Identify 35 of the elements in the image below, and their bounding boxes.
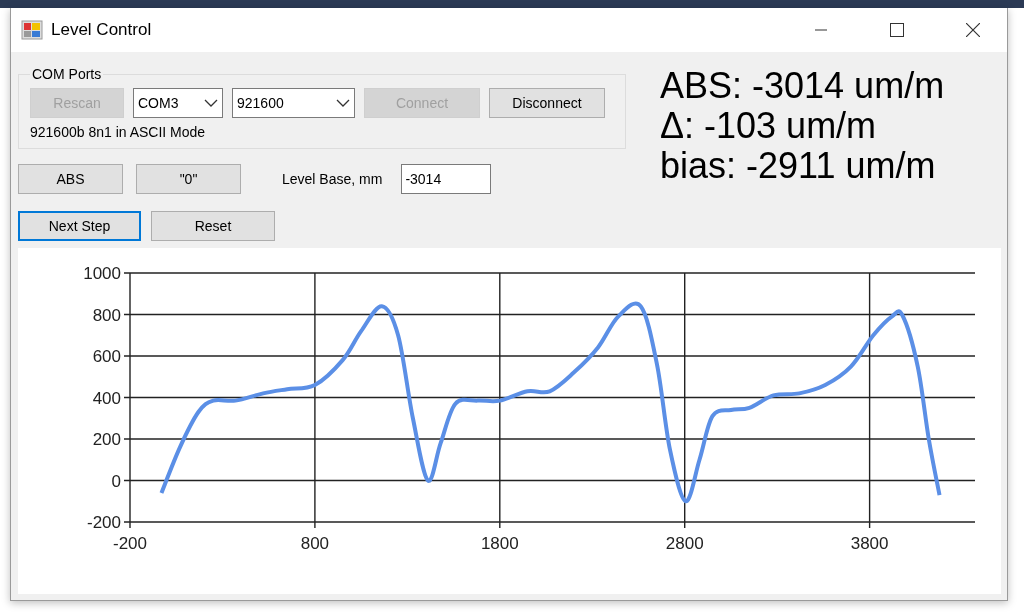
x-tick-label: 2800 — [665, 534, 704, 553]
port-status-text: 921600b 8n1 in ASCII Mode — [30, 124, 206, 140]
dropdown-caret-icon — [204, 99, 218, 107]
step-button[interactable]: Next Step — [18, 211, 141, 241]
x-tick-label: 800 — [300, 534, 330, 553]
group-title: COM Ports — [31, 66, 103, 82]
port-button[interactable]: Disconnect — [489, 88, 605, 118]
window-title: Level Control — [51, 20, 153, 40]
mode-button[interactable]: ABS — [18, 164, 123, 194]
y-tick-label: 0 — [111, 471, 121, 491]
x-tick-label: 1800 — [480, 534, 519, 553]
mode-button[interactable]: "0" — [136, 164, 241, 194]
y-tick-label: 800 — [92, 305, 121, 325]
port-dropdown[interactable]: COM3 — [133, 88, 223, 118]
y-tick-label: 200 — [92, 430, 121, 449]
step-button[interactable]: Reset — [151, 211, 275, 241]
app-icon — [21, 20, 43, 40]
dropdown-caret-icon — [336, 99, 350, 107]
close-icon — [966, 23, 980, 37]
reading-text: Δ: -103 um/m — [660, 106, 878, 146]
level-base-label: Level Base, mm — [282, 171, 383, 187]
y-tick-label: 400 — [92, 388, 121, 408]
y-tick-label: 600 — [92, 347, 121, 366]
reading-text: bias: -2911 um/m — [660, 146, 937, 186]
reading-text: ABS: -3014 um/m — [660, 66, 945, 106]
x-tick-label: -200 — [113, 534, 147, 553]
dropdown-value: 921600 — [237, 95, 284, 111]
port-dropdown[interactable]: 921600 — [232, 88, 355, 118]
minimize-icon — [815, 29, 827, 31]
maximize-icon — [890, 23, 904, 37]
x-tick-label: 3800 — [850, 534, 889, 553]
y-tick-label: -200 — [86, 513, 121, 532]
y-tick-label: 1000 — [83, 264, 121, 283]
dropdown-value: COM3 — [138, 95, 179, 111]
level-base-field[interactable]: -3014 — [401, 164, 492, 194]
